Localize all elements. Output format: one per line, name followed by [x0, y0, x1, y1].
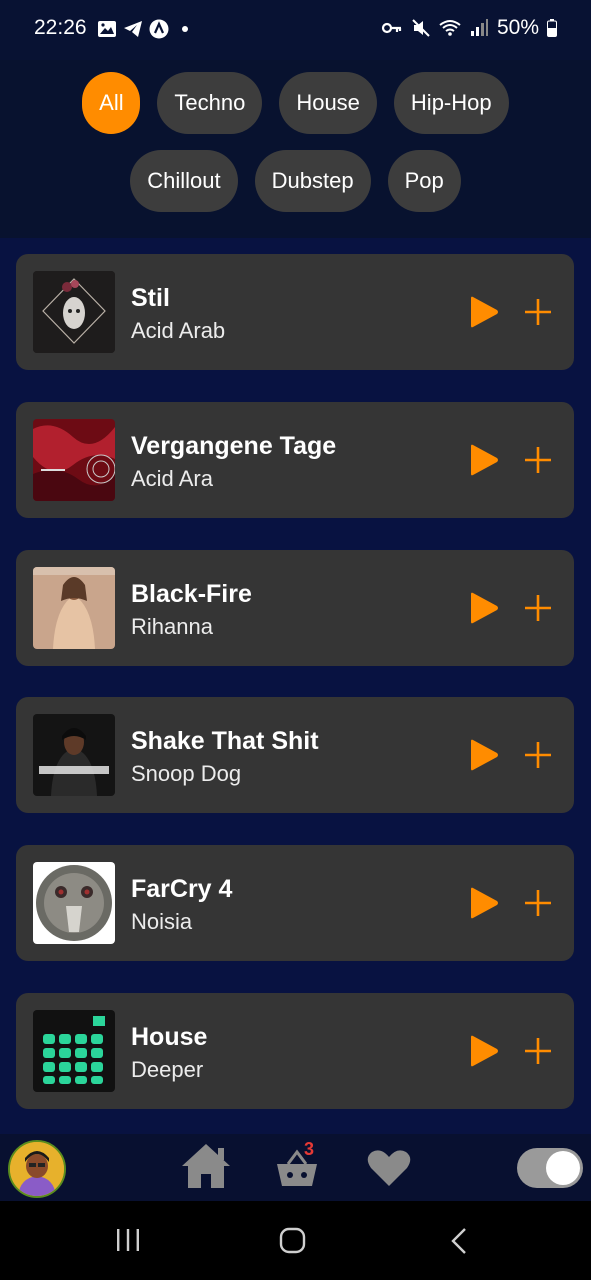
assistant-icon [149, 19, 169, 39]
genre-chip-chillout[interactable]: Chillout [130, 150, 238, 212]
track-title: Stil [131, 284, 170, 312]
genre-chip-hip-hop[interactable]: Hip-Hop [393, 72, 509, 134]
album-cover [33, 567, 115, 649]
signal-icon [470, 19, 488, 36]
home-button-icon[interactable] [279, 1227, 307, 1255]
track-title: Black-Fire [131, 580, 252, 608]
track-artist: Acid Arab [131, 318, 226, 343]
dot-icon [182, 26, 188, 32]
track-card[interactable]: Shake That Shit Snoop Dog [16, 697, 574, 813]
track-title: Shake That Shit [131, 727, 319, 755]
track-artist: Rihanna [131, 614, 213, 639]
track-title: House [131, 1023, 208, 1051]
genre-chip-all[interactable]: All [82, 72, 141, 134]
add-icon[interactable] [522, 296, 554, 328]
album-cover [33, 271, 115, 353]
telegram-icon [124, 21, 142, 37]
album-cover [33, 714, 115, 796]
battery-percent: 50% [496, 16, 539, 39]
play-icon[interactable] [466, 886, 500, 920]
status-system-icons: 50% [381, 16, 557, 40]
wifi-icon [439, 20, 461, 36]
track-card[interactable]: House Deeper [16, 993, 574, 1109]
play-icon[interactable] [466, 1034, 500, 1068]
track-artist: Noisia [131, 909, 193, 934]
track-card[interactable]: Stil Acid Arab [16, 254, 574, 370]
home-icon[interactable] [180, 1142, 232, 1190]
track-card[interactable]: Vergangene Tage Acid Ara [16, 402, 574, 518]
genre-row-2: Chillout Dubstep Pop [0, 150, 591, 212]
track-card[interactable]: Black-Fire Rihanna [16, 550, 574, 666]
track-title: FarCry 4 [131, 875, 233, 903]
play-icon[interactable] [466, 591, 500, 625]
album-cover [33, 862, 115, 944]
recent-apps-icon[interactable] [114, 1227, 142, 1253]
genre-row-1: All Techno House Hip-Hop [0, 72, 591, 134]
status-notification-icons [97, 19, 195, 39]
track-artist: Acid Ara [131, 466, 213, 491]
add-icon[interactable] [522, 1035, 554, 1067]
track-title: Vergangene Tage [131, 432, 337, 460]
track-artist: Deeper [131, 1057, 204, 1082]
system-nav-bar [0, 1201, 591, 1280]
genre-chip-pop[interactable]: Pop [387, 150, 461, 212]
album-cover [33, 419, 115, 501]
back-icon[interactable] [449, 1227, 469, 1255]
status-time: 22:26 [34, 16, 87, 39]
avatar[interactable] [8, 1140, 66, 1198]
play-icon[interactable] [466, 738, 500, 772]
genre-filter: All Techno House Hip-Hop Chillout Dubste… [0, 60, 591, 238]
track-card[interactable]: FarCry 4 Noisia [16, 845, 574, 961]
album-cover [33, 1010, 115, 1092]
theme-toggle[interactable] [517, 1148, 583, 1188]
track-artist: Snoop Dog [131, 761, 242, 786]
play-icon[interactable] [466, 295, 500, 329]
key-icon [381, 22, 402, 34]
cart-badge: 3 [304, 1139, 315, 1159]
genre-chip-house[interactable]: House [279, 72, 377, 134]
toggle-knob [546, 1151, 580, 1185]
play-icon[interactable] [466, 443, 500, 477]
heart-icon[interactable] [366, 1148, 412, 1188]
status-bar: 22:26 50% [0, 0, 591, 60]
battery-icon [547, 19, 557, 37]
add-icon[interactable] [522, 887, 554, 919]
mute-icon [412, 19, 430, 37]
add-icon[interactable] [522, 739, 554, 771]
add-icon[interactable] [522, 592, 554, 624]
add-icon[interactable] [522, 444, 554, 476]
image-icon [98, 21, 116, 37]
bottom-nav: 3 [0, 1134, 591, 1201]
genre-chip-techno[interactable]: Techno [157, 72, 263, 134]
genre-chip-dubstep[interactable]: Dubstep [254, 150, 371, 212]
